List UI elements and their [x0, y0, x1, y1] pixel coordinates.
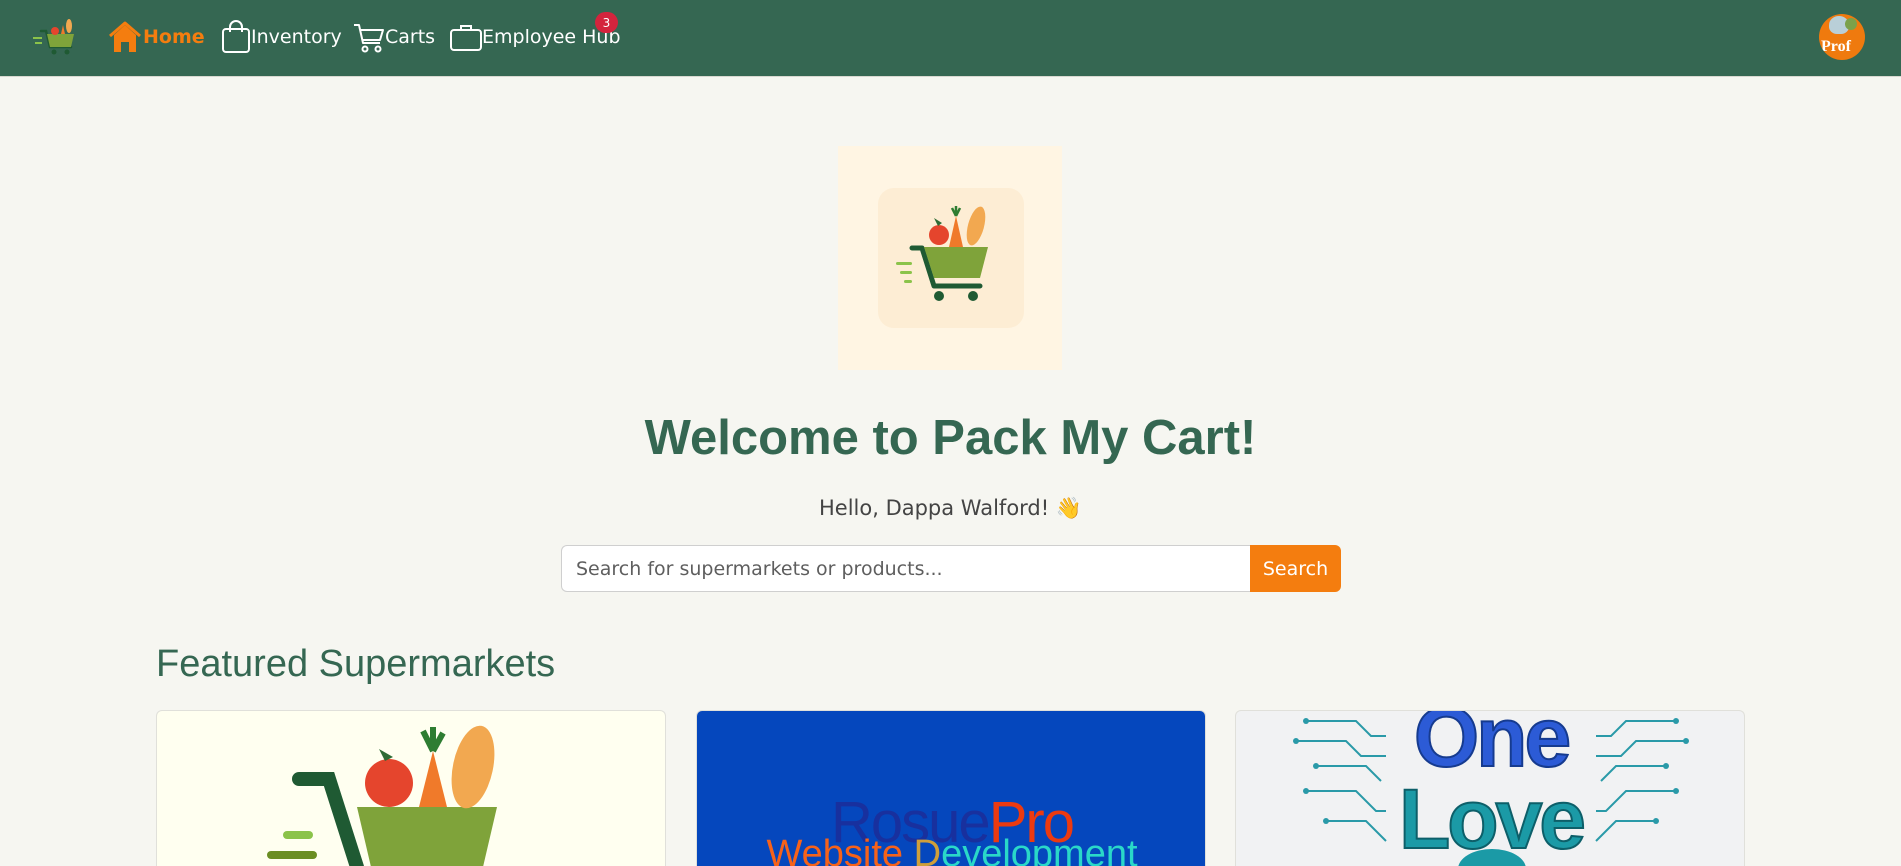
- search-button[interactable]: Search: [1250, 545, 1341, 592]
- hero-logo: [838, 146, 1062, 370]
- nav-carts[interactable]: Carts: [353, 20, 435, 54]
- notification-badge: 3: [595, 12, 618, 33]
- supermarket-card[interactable]: RosuePro Website Development: [696, 710, 1206, 866]
- nav-carts-label: Carts: [385, 26, 436, 48]
- card-banner-subtext: Website Development: [766, 833, 1138, 866]
- profile-avatar[interactable]: Prof: [1819, 14, 1865, 60]
- avatar-image-detail: [1845, 18, 1857, 30]
- shopping-cart-logo-icon[interactable]: [33, 17, 77, 57]
- shopping-cart-logo-icon: [896, 206, 988, 301]
- featured-supermarkets-heading: Featured Supermarkets: [156, 643, 556, 685]
- page-title: Welcome to Pack My Cart!: [644, 411, 1257, 465]
- top-navbar: Home Inventory Carts Employee Hub 3 Prof: [0, 0, 1901, 77]
- nav-inventory-label: Inventory: [251, 26, 342, 48]
- cart-icon: [353, 20, 385, 54]
- home-icon: [107, 20, 143, 54]
- pack-my-cart-logo-image: [267, 725, 497, 866]
- supermarket-card[interactable]: [156, 710, 666, 866]
- shopping-bag-icon: [221, 20, 251, 54]
- search-input[interactable]: [561, 545, 1250, 592]
- card-banner-line-2: Love: [1398, 771, 1587, 866]
- nav-home-label: Home: [143, 26, 205, 48]
- nav-inventory[interactable]: Inventory: [221, 20, 342, 54]
- greeting-text: Hello, Dappa Walford! 👋: [818, 496, 1083, 520]
- avatar-alt-text: Prof: [1821, 38, 1851, 55]
- search-bar: Search: [561, 545, 1341, 592]
- supermarket-card[interactable]: One Love: [1235, 710, 1745, 866]
- nav-home[interactable]: Home: [107, 20, 205, 54]
- briefcase-icon: [450, 20, 482, 54]
